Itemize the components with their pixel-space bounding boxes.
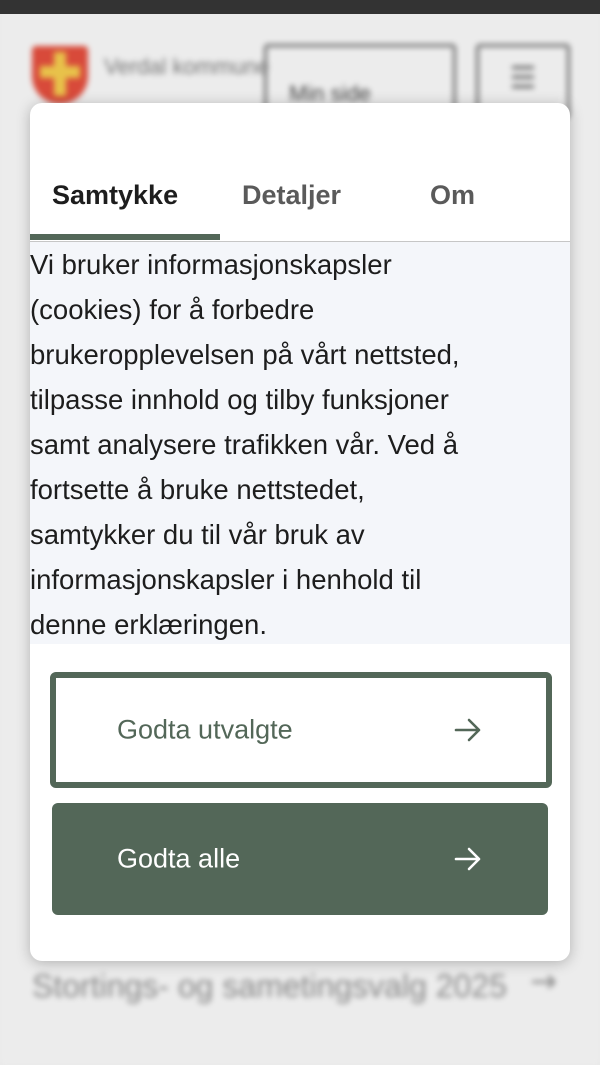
accept-selected-button[interactable]: Godta utvalgte: [50, 672, 552, 788]
arrow-right-icon: [454, 718, 481, 742]
consent-line: Vi bruker informasjonskapsler: [30, 249, 392, 280]
cookie-consent-dialog: Samtykke Detaljer Om Vi bruker informasj…: [30, 103, 570, 961]
logo-cross-horizontal: [40, 66, 80, 78]
arrow-right-icon: [454, 847, 481, 871]
consent-description: Vi bruker informasjonskapsler (cookies) …: [30, 242, 570, 644]
consent-line: denne erklæringen.: [30, 609, 267, 640]
brand-text: Verdal kommune: [104, 54, 270, 79]
consent-line: fortsette å bruke nettstedet,: [30, 474, 365, 505]
consent-line: samt analysere trafikken vår. Ved å: [30, 429, 458, 460]
tab-samtykke[interactable]: Samtykke: [52, 177, 178, 213]
status-bar: [0, 0, 600, 14]
consent-line: informasjonskapsler i henhold til: [30, 564, 422, 595]
consent-line: (cookies) for å forbedre: [30, 294, 315, 325]
active-tab-indicator: [30, 234, 220, 240]
accept-all-label: Godta alle: [117, 843, 241, 874]
article-title: Stortings- og sametingsvalg 2025: [32, 968, 507, 1004]
arrow-right-icon: →: [530, 962, 557, 1000]
accept-selected-label: Godta utvalgte: [117, 714, 293, 745]
accept-all-button[interactable]: Godta alle: [52, 803, 548, 915]
tab-detaljer[interactable]: Detaljer: [242, 177, 341, 213]
tab-om[interactable]: Om: [430, 177, 475, 213]
consent-line: brukeropplevelsen på vårt nettsted,: [30, 339, 460, 370]
consent-line: samtykker du til vår bruk av: [30, 519, 365, 550]
consent-line: tilpasse innhold og tilby funksjoner: [30, 384, 449, 415]
consent-tabs: Samtykke Detaljer Om: [30, 103, 570, 242]
